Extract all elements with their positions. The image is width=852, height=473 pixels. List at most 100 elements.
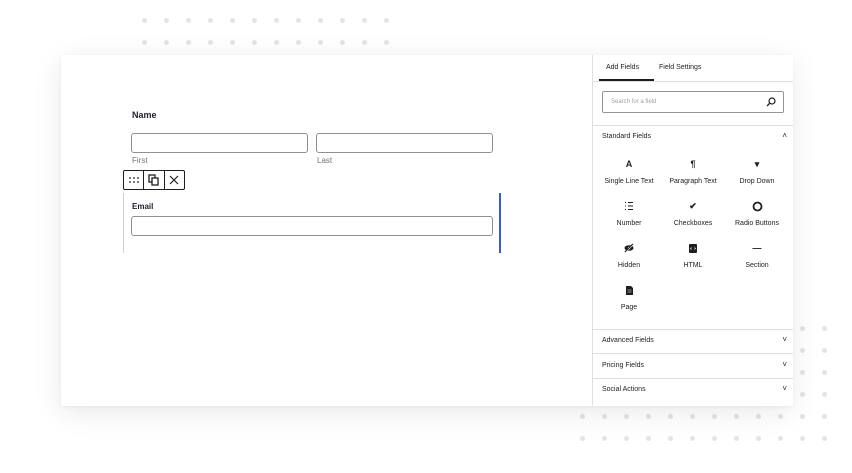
decorative-dot bbox=[230, 18, 235, 23]
field-hidden[interactable]: Hidden bbox=[597, 241, 661, 269]
email-field-block[interactable]: Email bbox=[123, 193, 501, 253]
decorative-dot bbox=[822, 370, 827, 375]
number-list-icon bbox=[597, 199, 661, 213]
field-label: Radio Buttons bbox=[735, 220, 779, 227]
paragraph-icon: ¶ bbox=[690, 159, 696, 169]
first-sublabel: First bbox=[132, 156, 148, 165]
decorative-dot bbox=[362, 40, 367, 45]
section-icon: — bbox=[752, 243, 762, 253]
field-html[interactable]: HTML bbox=[661, 241, 725, 269]
search-input[interactable]: Search for a field bbox=[611, 99, 656, 105]
field-radio-buttons[interactable]: Radio Buttons bbox=[725, 199, 789, 227]
name-field-label: Name bbox=[132, 110, 157, 120]
remove-button[interactable] bbox=[163, 171, 184, 189]
decorative-dot bbox=[142, 40, 147, 45]
field-label: Section bbox=[745, 262, 769, 269]
html-icon bbox=[661, 241, 725, 255]
decorative-dot bbox=[142, 18, 147, 23]
checkmark-icon: ✔ bbox=[689, 200, 697, 211]
decorative-dot bbox=[690, 436, 695, 441]
decorative-dot bbox=[186, 18, 191, 23]
field-paragraph-text[interactable]: ¶ Paragraph Text bbox=[661, 157, 725, 185]
decorative-dot bbox=[362, 18, 367, 23]
decorative-dot bbox=[822, 436, 827, 441]
decorative-dot bbox=[822, 414, 827, 419]
radio-icon bbox=[725, 199, 789, 213]
dropdown-icon: ▾ bbox=[754, 158, 760, 169]
decorative-dot bbox=[384, 40, 389, 45]
decorative-dot bbox=[164, 18, 169, 23]
block-left-border bbox=[123, 193, 124, 253]
chevron-down-icon[interactable]: ˅ bbox=[782, 335, 787, 344]
decorative-dot bbox=[800, 326, 805, 331]
decorative-dot bbox=[624, 414, 629, 419]
standard-fields-title[interactable]: Standard Fields bbox=[602, 133, 651, 140]
decorative-dot bbox=[296, 18, 301, 23]
decorative-dot bbox=[274, 40, 279, 45]
decorative-dot bbox=[252, 18, 257, 23]
text-icon: A bbox=[625, 159, 633, 169]
drag-handle-button[interactable] bbox=[124, 171, 143, 189]
decorative-dot bbox=[778, 414, 783, 419]
decorative-dot bbox=[274, 18, 279, 23]
field-drop-down[interactable]: ▾ Drop Down bbox=[725, 157, 789, 186]
decorative-dot bbox=[800, 392, 805, 397]
email-input[interactable] bbox=[131, 216, 493, 236]
first-name-input[interactable] bbox=[131, 133, 308, 153]
social-actions-title[interactable]: Social Actions bbox=[602, 386, 646, 393]
field-section[interactable]: — Section bbox=[725, 241, 789, 269]
chevron-up-icon[interactable]: ˄ bbox=[782, 131, 787, 140]
chevron-down-icon[interactable]: ˅ bbox=[782, 384, 787, 393]
decorative-dot bbox=[822, 414, 827, 419]
decorative-dot bbox=[712, 436, 717, 441]
pricing-fields-title[interactable]: Pricing Fields bbox=[602, 362, 644, 369]
field-search-box[interactable]: Search for a field bbox=[602, 91, 784, 113]
field-label: Checkboxes bbox=[673, 220, 713, 227]
sidebar-tabs: Add Fields Field Settings bbox=[593, 55, 793, 82]
decorative-dot bbox=[800, 414, 805, 419]
field-label: Number bbox=[616, 220, 642, 227]
decorative-dot bbox=[208, 40, 213, 45]
tab-field-settings[interactable]: Field Settings bbox=[659, 64, 701, 71]
decorative-dot bbox=[318, 40, 323, 45]
decorative-dot bbox=[580, 414, 585, 419]
field-number[interactable]: Number bbox=[597, 199, 661, 227]
decorative-dot bbox=[318, 18, 323, 23]
form-canvas: Name First Last Email bbox=[61, 55, 592, 406]
decorative-dot bbox=[646, 436, 651, 441]
field-page[interactable]: Page bbox=[597, 283, 661, 311]
decorative-dot bbox=[230, 40, 235, 45]
chevron-down-icon[interactable]: ˅ bbox=[782, 360, 787, 369]
decorative-dot bbox=[734, 414, 739, 419]
decorative-dot bbox=[208, 18, 213, 23]
decorative-dot bbox=[800, 436, 805, 441]
decorative-dot bbox=[822, 348, 827, 353]
divider bbox=[593, 353, 793, 354]
divider bbox=[593, 125, 793, 126]
decorative-dot bbox=[186, 40, 191, 45]
page-icon bbox=[597, 283, 661, 297]
duplicate-icon bbox=[148, 174, 160, 186]
decorative-dot bbox=[164, 40, 169, 45]
field-checkboxes[interactable]: ✔ Checkboxes bbox=[661, 199, 725, 228]
hidden-eye-icon bbox=[597, 241, 661, 255]
field-single-line-text[interactable]: A Single Line Text bbox=[597, 157, 661, 185]
decorative-dot bbox=[646, 414, 651, 419]
decorative-dot bbox=[602, 436, 607, 441]
decorative-dot bbox=[756, 414, 761, 419]
decorative-dot bbox=[252, 40, 257, 45]
decorative-dot bbox=[340, 18, 345, 23]
field-label: Paragraph Text bbox=[669, 178, 717, 185]
field-label: Hidden bbox=[617, 262, 641, 269]
field-label: Page bbox=[620, 304, 638, 311]
decorative-dot bbox=[296, 40, 301, 45]
advanced-fields-title[interactable]: Advanced Fields bbox=[602, 337, 654, 344]
last-name-input[interactable] bbox=[316, 133, 493, 153]
divider bbox=[593, 378, 793, 379]
duplicate-button[interactable] bbox=[143, 171, 163, 189]
decorative-dot bbox=[384, 18, 389, 23]
field-label: Drop Down bbox=[739, 178, 775, 185]
selected-block-indicator bbox=[499, 193, 501, 253]
tab-add-fields[interactable]: Add Fields bbox=[606, 64, 639, 71]
decorative-dot bbox=[800, 414, 805, 419]
